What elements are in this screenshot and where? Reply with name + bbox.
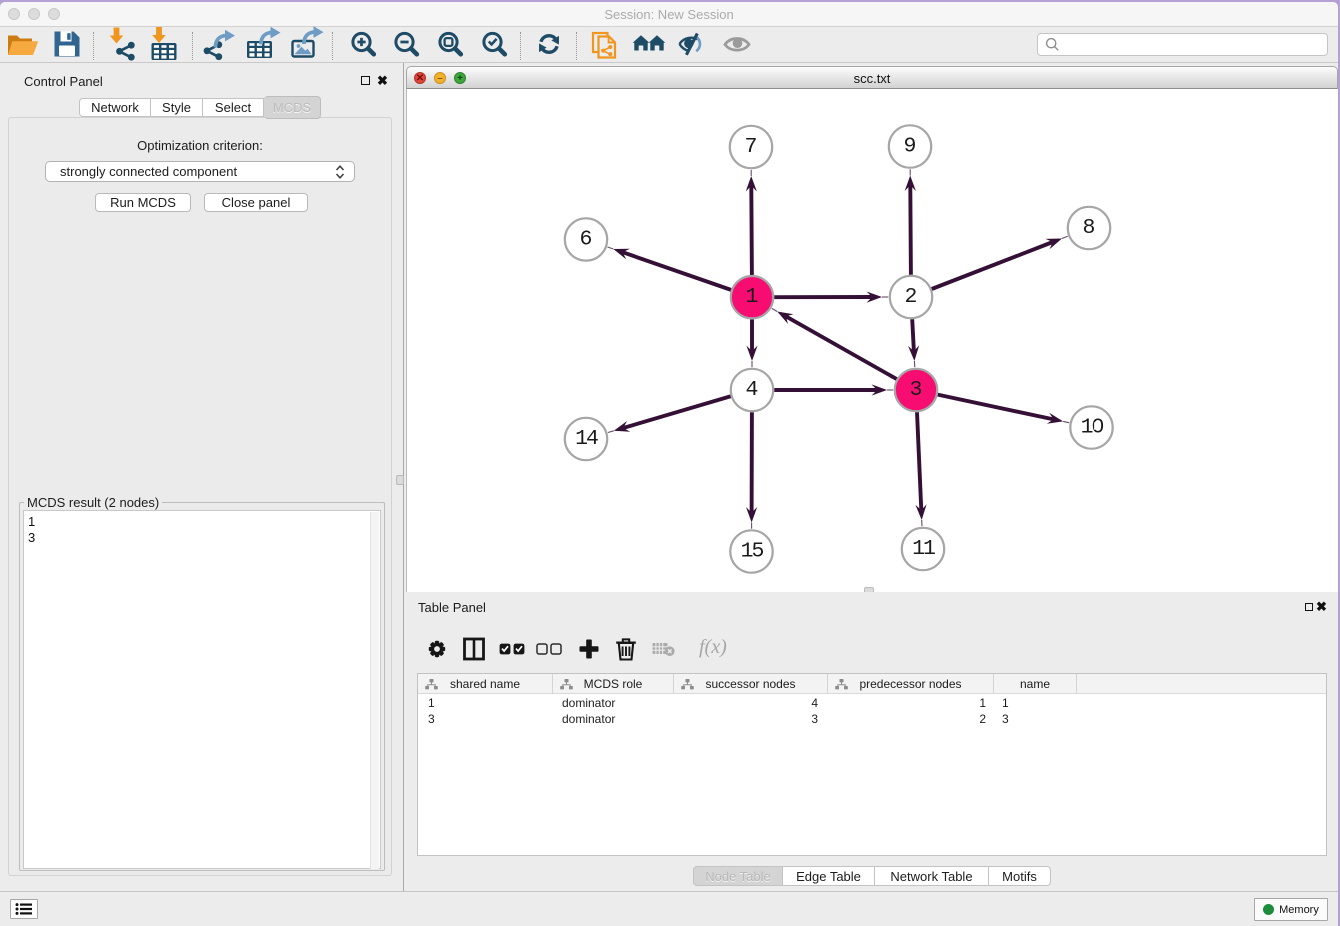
- svg-text:15: 15: [741, 540, 764, 564]
- svg-text:2: 2: [905, 285, 918, 309]
- svg-text:1: 1: [746, 285, 759, 309]
- svg-text:8: 8: [1083, 216, 1096, 240]
- svg-text:3: 3: [910, 378, 923, 402]
- svg-text:6: 6: [580, 228, 593, 252]
- svg-text:7: 7: [745, 135, 758, 159]
- svg-text:14: 14: [575, 427, 598, 451]
- svg-text:4: 4: [746, 378, 759, 402]
- svg-text:9: 9: [904, 135, 917, 159]
- svg-text:11: 11: [912, 537, 935, 561]
